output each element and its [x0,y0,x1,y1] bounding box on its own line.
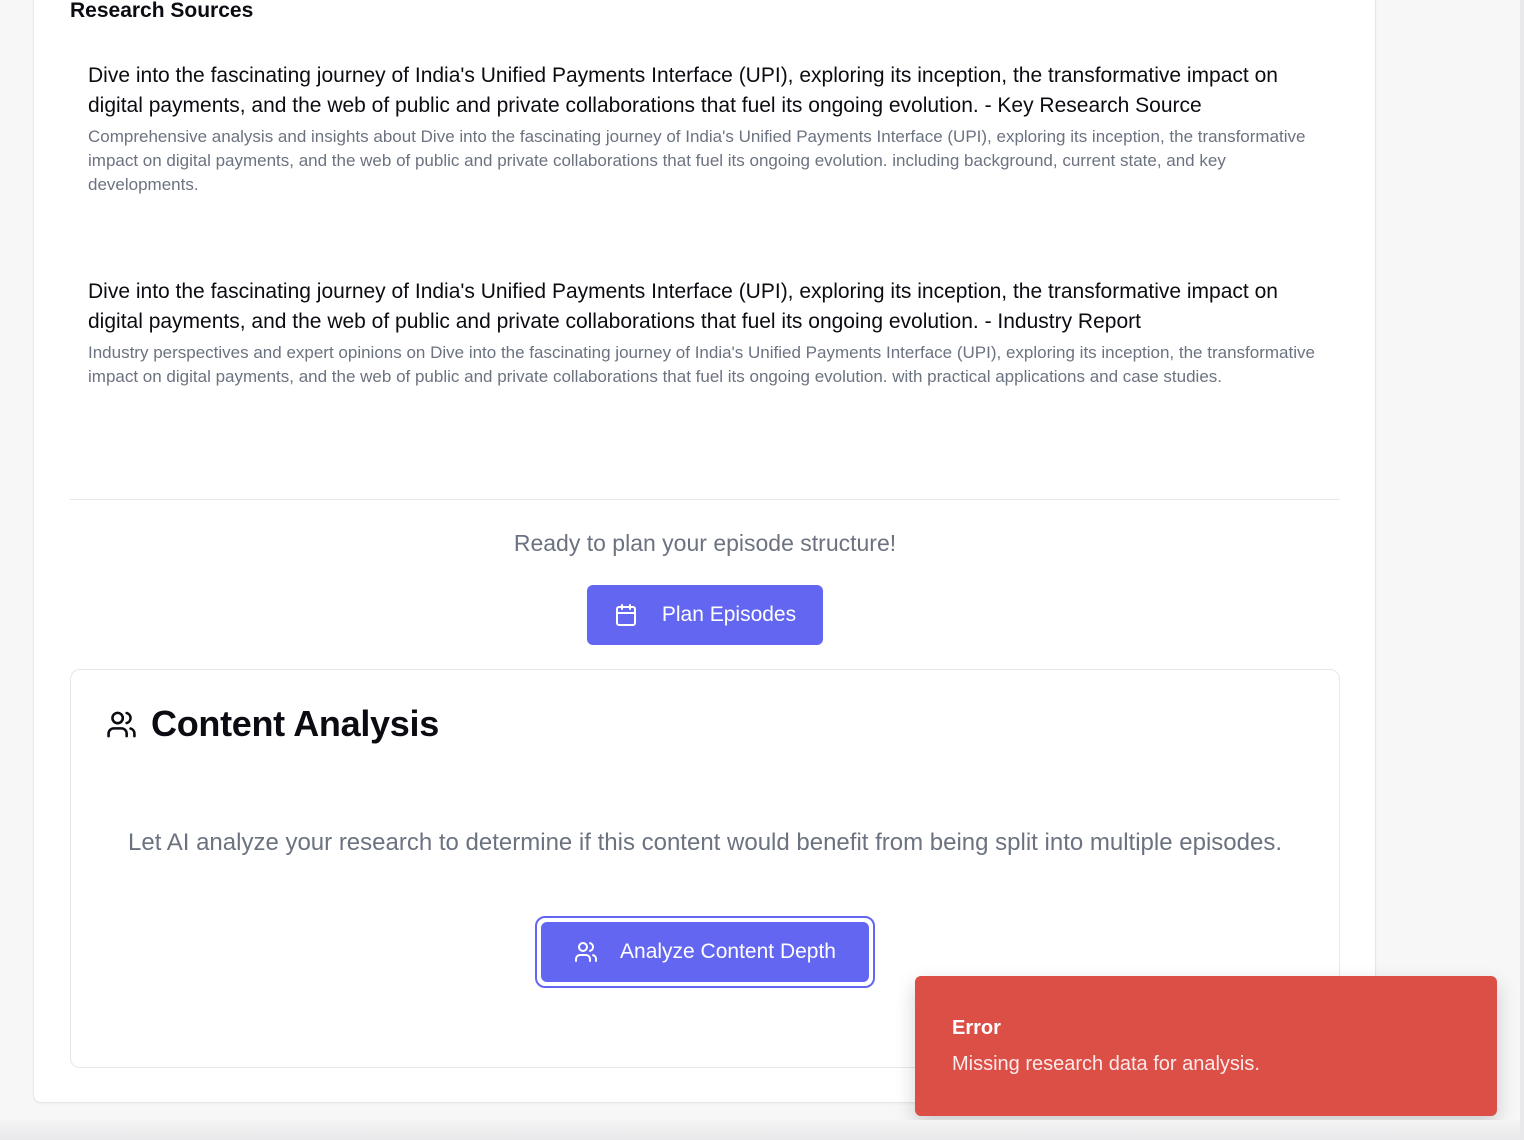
section-divider [70,499,1340,500]
research-source-item: Dive into the fascinating journey of Ind… [88,61,1326,197]
source-description: Comprehensive analysis and insights abou… [88,127,1306,194]
plan-episodes-button[interactable]: Plan Episodes [587,585,823,645]
ready-to-plan-text: Ready to plan your episode structure! [513,530,897,556]
toast-title: Error [952,1017,1001,1039]
source-title: Dive into the fascinating journey of Ind… [88,280,1278,333]
research-sources-heading: Research Sources [70,0,254,22]
content-analysis-description: Let AI analyze your research to determin… [128,829,1282,856]
users-icon [574,940,598,964]
research-source-item: Dive into the fascinating journey of Ind… [88,277,1326,389]
toast-message: Missing research data for analysis. [952,1053,1260,1075]
error-toast[interactable]: Error Missing research data for analysis… [915,976,1497,1116]
scrollbar[interactable] [1520,0,1524,1140]
plan-episodes-label: Plan Episodes [661,603,797,626]
page-bottom-edge [0,1120,1520,1140]
content-analysis-header: Content Analysis [106,703,439,745]
calendar-icon [614,603,638,627]
source-description: Industry perspectives and expert opinion… [88,343,1315,386]
users-icon [106,709,137,740]
analyze-content-depth-button[interactable]: Analyze Content Depth [541,922,869,982]
source-title: Dive into the fascinating journey of Ind… [88,64,1278,117]
content-analysis-title: Content Analysis [151,703,439,744]
analyze-content-depth-label: Analyze Content Depth [620,940,836,963]
